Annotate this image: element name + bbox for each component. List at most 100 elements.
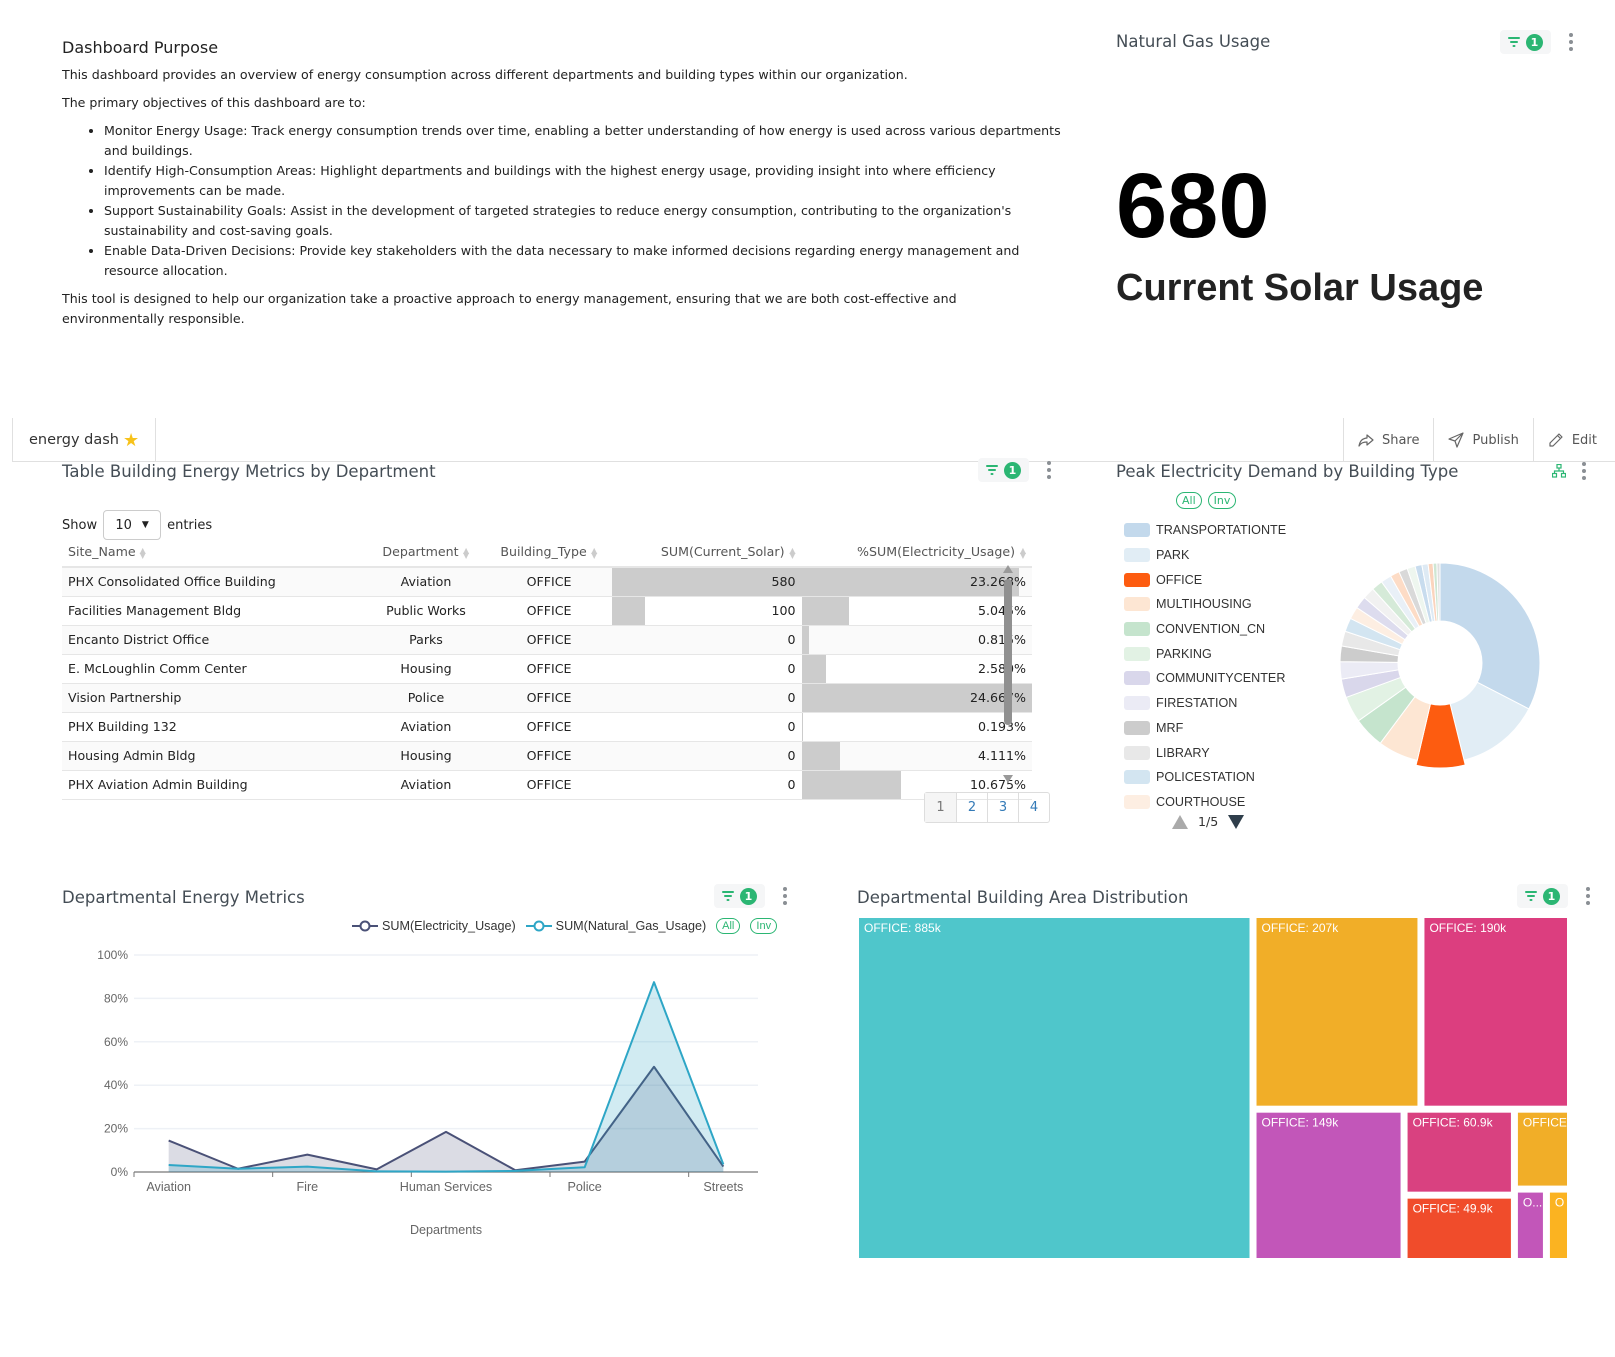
pie-panel-title: Peak Electricity Demand by Building Type xyxy=(1116,462,1459,481)
page-button[interactable]: 2 xyxy=(956,793,987,822)
dashboard-header: energy dash ★ Share Publish Edit xyxy=(12,418,1615,462)
more-options-icon[interactable] xyxy=(1582,462,1586,480)
treemap-chart: OFFICE: 885k OFFICE: 207k OFFICE: 190k OFFI… xyxy=(859,918,1580,1258)
table-scrollbar[interactable] xyxy=(1002,565,1014,783)
filter-indicator[interactable]: 1 xyxy=(714,884,765,908)
legend-swatch xyxy=(1124,696,1150,711)
cell-value: 0 xyxy=(787,719,796,734)
column-header-site-name[interactable]: Site_Name ▲ ▼ xyxy=(62,537,366,568)
cell-site-name: Facilities Management Bldg xyxy=(62,596,366,626)
table-row[interactable]: Housing Admin Bldg Housing OFFICE 0 4.111% xyxy=(62,741,1032,771)
legend-item[interactable]: MULTIHOUSING xyxy=(1124,592,1286,617)
filter-indicator[interactable]: 1 xyxy=(1517,884,1568,908)
invert-selection-chip[interactable]: Inv xyxy=(750,918,778,934)
cell-bar xyxy=(801,712,804,741)
column-header-department[interactable]: Department ▲ ▼ xyxy=(365,537,487,568)
treemap-node-label: OFFICE: 885k xyxy=(864,921,942,935)
legend-label: COMMUNITYCENTER xyxy=(1156,671,1286,686)
cell-value: 10.675% xyxy=(969,777,1026,792)
treemap-node-label: O xyxy=(1555,1196,1564,1210)
legend-item[interactable]: COMMUNITYCENTER xyxy=(1124,666,1286,691)
y-tick-label: 20% xyxy=(104,1122,128,1136)
more-options-icon[interactable] xyxy=(1586,887,1590,905)
x-tick-label: Streets xyxy=(703,1180,743,1194)
cell-site-name: Encanto District Office xyxy=(62,625,366,655)
cell-bar xyxy=(801,770,902,799)
page-button[interactable]: 1 xyxy=(925,793,956,822)
filter-icon xyxy=(722,891,734,901)
table-row[interactable]: PHX Aviation Admin Building Aviation OFFIC… xyxy=(62,770,1032,800)
table-row[interactable]: E. McLoughlin Comm Center Housing OFFICE 0 2… xyxy=(62,654,1032,684)
legend-label: FIRESTATION xyxy=(1156,696,1238,711)
legend-page-indicator: 1/5 xyxy=(1198,814,1219,829)
legend-item[interactable]: TRANSPORTATIONTE xyxy=(1124,518,1286,543)
table-panel-tools: 1 xyxy=(978,458,1051,482)
filter-indicator[interactable]: 1 xyxy=(978,458,1029,482)
legend-item-natural-gas[interactable]: SUM(Natural_Gas_Usage) xyxy=(525,919,706,933)
treemap-node-label: OFFICE: 149k xyxy=(1262,1116,1340,1130)
more-options-icon[interactable] xyxy=(1047,461,1051,479)
dashboard-name: energy dash xyxy=(29,432,119,448)
big-number-subtitle: Current Solar Usage xyxy=(1116,267,1484,309)
legend-prev-page-icon[interactable] xyxy=(1172,814,1188,829)
column-header-current-solar[interactable]: SUM(Current_Solar) ▲ ▼ xyxy=(611,537,802,568)
legend-item[interactable]: COURTHOUSE xyxy=(1124,790,1286,815)
objectives-list: Monitor Energy Usage: Track energy consu… xyxy=(104,121,1062,281)
legend-item[interactable]: MRF xyxy=(1124,716,1286,741)
publish-icon xyxy=(1448,432,1465,448)
legend-item-electricity[interactable]: SUM(Electricity_Usage) xyxy=(352,919,516,933)
scroll-up-icon[interactable] xyxy=(1003,565,1013,573)
publish-button[interactable]: Publish xyxy=(1433,418,1532,462)
table-row[interactable]: Encanto District Office Parks OFFICE 0 0.815… xyxy=(62,625,1032,655)
table-row[interactable]: PHX Building 132 Aviation OFFICE 0 0.193% xyxy=(62,712,1032,742)
purpose-intro: This dashboard provides an overview of e… xyxy=(62,67,908,82)
table-panel-title: Table Building Energy Metrics by Departm… xyxy=(62,462,436,481)
invert-selection-chip[interactable]: Inv xyxy=(1207,492,1237,509)
more-options-icon[interactable] xyxy=(1569,33,1573,51)
page-button[interactable]: 3 xyxy=(987,793,1018,822)
column-header-building-type[interactable]: Building_Type ▲ ▼ xyxy=(486,537,612,568)
page-button[interactable]: 4 xyxy=(1018,793,1049,822)
scroll-down-icon[interactable] xyxy=(1003,775,1013,783)
select-all-chip[interactable]: All xyxy=(1176,492,1202,509)
legend-item[interactable]: CONVENTION_CN xyxy=(1124,617,1286,642)
legend-item[interactable]: OFFICE xyxy=(1124,567,1286,592)
legend-item[interactable]: FIRESTATION xyxy=(1124,691,1286,716)
legend-item[interactable]: POLICESTATION xyxy=(1124,765,1286,790)
table-row[interactable]: PHX Consolidated Office Building Aviation… xyxy=(62,567,1032,597)
filter-icon xyxy=(1508,37,1520,47)
y-tick-label: 40% xyxy=(104,1078,128,1092)
select-all-chip[interactable]: All xyxy=(716,918,741,934)
treemap-node[interactable] xyxy=(1424,918,1567,1106)
legend-swatch xyxy=(1124,548,1150,563)
edit-button[interactable]: Edit xyxy=(1532,418,1615,462)
legend-label: PARK xyxy=(1156,548,1190,563)
pie-slice[interactable] xyxy=(1439,562,1541,710)
scrollbar-thumb[interactable] xyxy=(1004,579,1012,725)
cell-value: 0 xyxy=(787,748,796,763)
drill-hierarchy-icon[interactable] xyxy=(1552,464,1566,478)
objective-item: Enable Data-Driven Decisions: Provide ke… xyxy=(104,241,1062,281)
legend-item[interactable]: LIBRARY xyxy=(1124,740,1286,765)
filter-indicator[interactable]: 1 xyxy=(1500,30,1551,54)
treemap-node[interactable] xyxy=(859,918,1250,1258)
cell-department: Aviation xyxy=(365,567,487,597)
table-row[interactable]: Vision Partnership Police OFFICE 0 24.667% xyxy=(62,683,1032,713)
legend-next-page-icon[interactable] xyxy=(1228,814,1245,829)
star-icon[interactable]: ★ xyxy=(123,430,139,451)
cell-current-solar: 100 xyxy=(611,596,802,626)
legend-item[interactable]: PARKING xyxy=(1124,641,1286,666)
legend-item[interactable]: PARK xyxy=(1124,543,1286,568)
entries-select[interactable]: 10 ▼ xyxy=(103,510,162,540)
table-row[interactable]: Facilities Management Bldg Public Works OF… xyxy=(62,596,1032,626)
column-header-electricity-usage[interactable]: %SUM(Electricity_Usage) ▲ ▼ xyxy=(801,537,1032,568)
more-options-icon[interactable] xyxy=(783,887,787,905)
cell-current-solar: 0 xyxy=(611,712,802,742)
cell-current-solar: 0 xyxy=(611,654,802,684)
sort-icon: ▲ ▼ xyxy=(789,545,796,560)
treemap-node[interactable] xyxy=(1256,1112,1401,1258)
treemap-node[interactable] xyxy=(1256,918,1418,1106)
purpose-closing: This tool is designed to help our organi… xyxy=(62,291,957,326)
edit-icon xyxy=(1549,433,1563,447)
share-button[interactable]: Share xyxy=(1342,418,1434,462)
